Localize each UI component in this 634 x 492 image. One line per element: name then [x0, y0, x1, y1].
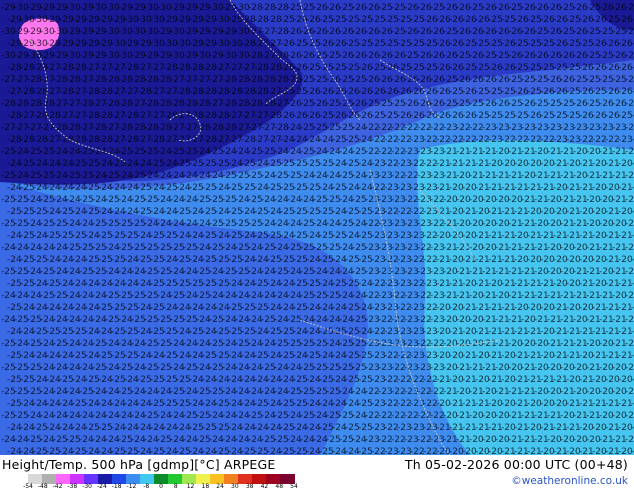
isotherm-label: -20 — [625, 387, 634, 397]
map-title: Height/Temp. 500 hPa [gdmp][°C] ARPEGE — [2, 457, 276, 472]
legend-tick: 54 — [290, 483, 298, 490]
legend-tick-labels: -54 -48 -42 -38 -30 -24 -18 -12 -8 0 8 12 18 24 30 38 42… — [22, 484, 302, 492]
legend-tick: 12 — [186, 483, 195, 490]
credit-link[interactable]: ©weatheronline.co.uk — [511, 475, 628, 487]
legend-tick: 48 — [275, 483, 284, 490]
legend-tick: -54 — [23, 483, 33, 490]
legend-tick: 38 — [245, 483, 254, 490]
isotherm-label: -26 — [625, 99, 634, 109]
isotherm-label: -20 — [625, 339, 634, 349]
isotherm-label: -21 — [625, 315, 634, 325]
isotherm-label: -21 — [625, 195, 634, 205]
isotherm-label: -21 — [625, 267, 634, 277]
isotherm-label: -21 — [625, 291, 634, 301]
isotherm-label: -20 — [625, 435, 634, 445]
forecast-datetime: Th 05-02-2026 00:00 UTC (00+48) — [404, 457, 628, 472]
legend-tick: -24 — [96, 483, 107, 490]
isotherm-label: -21 — [625, 219, 634, 229]
legend-tick: -18 — [111, 483, 122, 490]
legend-tick: -12 — [126, 483, 137, 490]
legend-tick: 42 — [260, 483, 269, 490]
legend-tick: 8 — [173, 483, 178, 490]
legend-tick: 18 — [201, 483, 210, 490]
isotherm-label: -25 — [625, 51, 634, 61]
legend-tick: 30 — [231, 483, 239, 490]
map-canvas: -29-30-29-29-29-30-29-30-30-29-29-30-30-… — [0, 0, 634, 455]
isotherm-label: -21 — [625, 171, 634, 181]
isotherm-label: -20 — [625, 243, 634, 253]
isotherm-label: -25 — [625, 75, 634, 85]
isotherm-label: -26 — [625, 27, 634, 37]
legend-tick: -42 — [52, 483, 63, 490]
isotherm-label: -21 — [625, 363, 634, 373]
weather-map: -29 -30 -29 -29 -29 -30 -29 -30 -30 -29 -29 -30 -30-… — [0, 0, 634, 455]
isotherm-label: -21 — [625, 411, 634, 421]
isotherm-label: -23 — [625, 123, 634, 133]
isotherm-label: -20 — [625, 147, 634, 157]
legend-tick: -30 — [82, 483, 93, 490]
legend-tick: -8 — [143, 483, 150, 490]
map-footer: Height/Temp. 500 hPa [gdmp][°C] ARPEGE T… — [0, 455, 634, 490]
legend-tick: 24 — [216, 483, 224, 490]
legend-tick: -38 — [67, 483, 78, 490]
isotherm-label: -25 — [625, 3, 634, 13]
legend-tick: -48 — [37, 483, 48, 490]
legend-tick: 0 — [159, 483, 163, 490]
